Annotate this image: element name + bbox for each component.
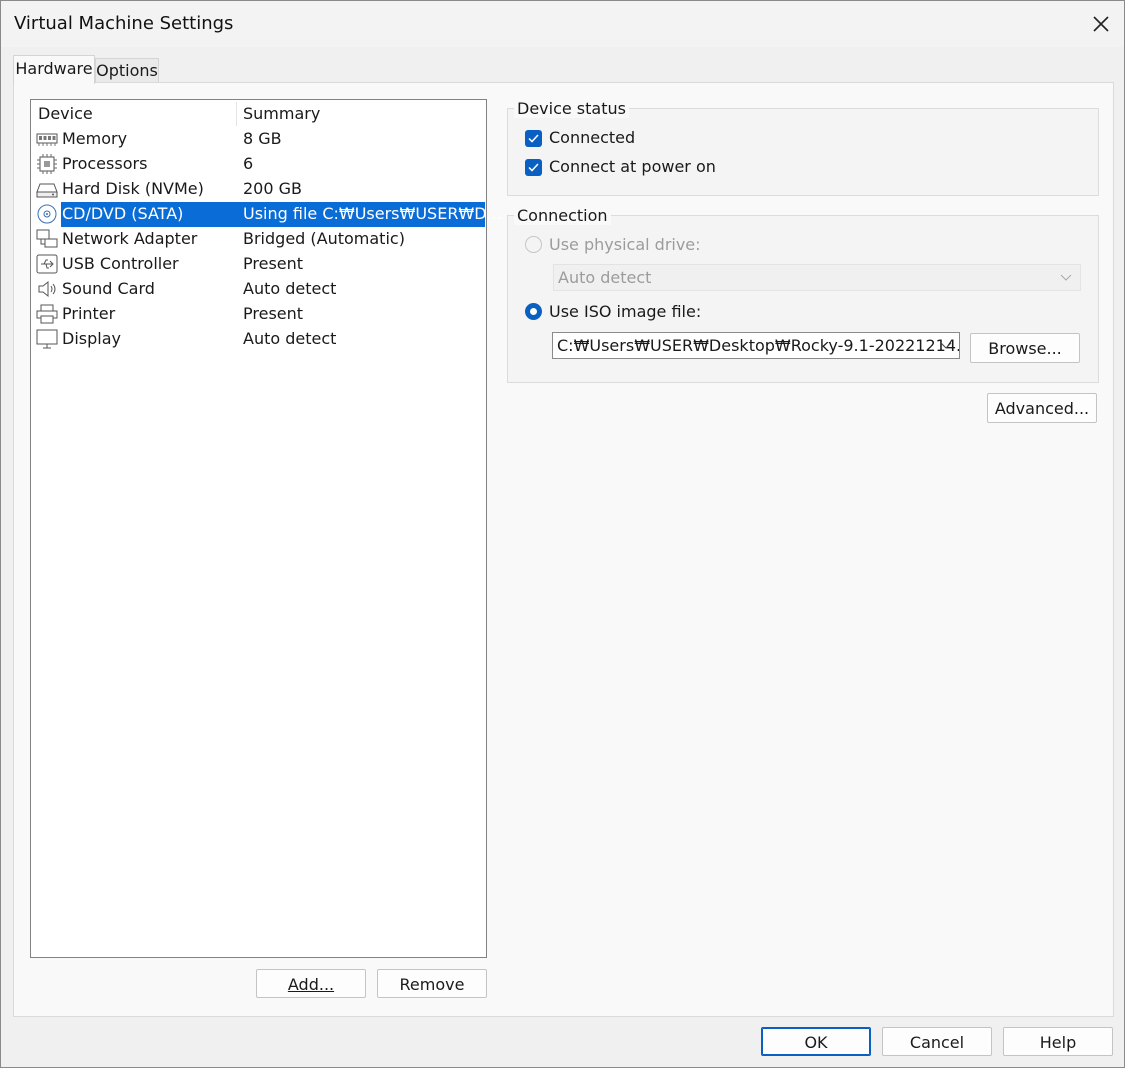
tab-hardware[interactable]: Hardware: [13, 55, 95, 84]
usb-icon: [36, 254, 58, 274]
device-summary: Bridged (Automatic): [243, 229, 405, 248]
browse-button-label: Browse...: [988, 339, 1062, 358]
chevron-down-icon: [940, 342, 952, 349]
remove-button[interactable]: Remove: [377, 969, 487, 998]
advanced-button-label: Advanced...: [994, 399, 1090, 418]
device-status-group: Device status Connected Connect at power…: [507, 99, 1099, 196]
add-button[interactable]: Add...: [256, 969, 366, 998]
hardware-panel: Device Summary Memory 8 GB Processors 6 …: [13, 82, 1114, 1017]
device-name: Display: [62, 329, 121, 348]
radio-dot: [530, 308, 537, 315]
device-summary: Auto detect: [243, 329, 337, 348]
device-name: Sound Card: [62, 279, 155, 298]
use-iso-image-label[interactable]: Use ISO image file:: [549, 302, 701, 321]
browse-button[interactable]: Browse...: [970, 333, 1080, 363]
device-summary: Present: [243, 304, 304, 323]
memory-icon: [36, 133, 58, 146]
close-icon: [1093, 16, 1109, 32]
help-button[interactable]: Help: [1003, 1027, 1113, 1056]
cd-dvd-icon: [37, 204, 57, 224]
device-name: Processors: [62, 154, 148, 173]
settings-window: Virtual Machine Settings Hardware Option…: [0, 0, 1125, 1068]
remove-button-label: Remove: [399, 975, 465, 994]
connected-checkbox[interactable]: [525, 130, 542, 147]
device-row-display[interactable]: Display Auto detect: [32, 327, 485, 352]
ok-button[interactable]: OK: [761, 1027, 871, 1056]
network-adapter-icon: [36, 229, 58, 248]
list-header: Device Summary: [31, 100, 486, 126]
use-iso-image-radio[interactable]: [525, 303, 542, 320]
device-name: Printer: [62, 304, 116, 323]
close-button[interactable]: [1078, 1, 1124, 47]
connect-at-power-on-checkbox[interactable]: [525, 159, 542, 176]
use-physical-drive-label[interactable]: Use physical drive:: [549, 235, 701, 254]
hard-disk-icon: [36, 183, 58, 198]
device-row-sound-card[interactable]: Sound Card Auto detect: [32, 277, 485, 302]
device-row-printer[interactable]: Printer Present: [32, 302, 485, 327]
connected-label[interactable]: Connected: [549, 128, 635, 147]
checkmark-icon: [528, 134, 539, 143]
chevron-down-icon: [1060, 274, 1072, 281]
device-list[interactable]: Device Summary Memory 8 GB Processors 6 …: [30, 99, 502, 958]
device-name: Memory: [62, 129, 128, 148]
add-button-label: Add...: [287, 975, 335, 994]
device-name: CD/DVD (SATA): [62, 204, 184, 223]
use-physical-drive-radio[interactable]: [525, 236, 542, 253]
processor-icon: [37, 154, 57, 174]
cancel-button[interactable]: Cancel: [882, 1027, 992, 1056]
speaker-icon: [38, 280, 56, 298]
connection-title: Connection: [514, 206, 611, 225]
device-summary: Auto detect: [243, 279, 337, 298]
device-row-network-adapter[interactable]: Network Adapter Bridged (Automatic): [32, 227, 485, 252]
display-icon: [36, 329, 58, 349]
physical-drive-select[interactable]: Auto detect: [553, 264, 1081, 291]
column-header-device[interactable]: Device: [38, 104, 93, 123]
connection-group: Connection Use physical drive: Auto dete…: [507, 206, 1099, 383]
device-summary: 8 GB: [243, 129, 282, 148]
device-status-title: Device status: [514, 99, 629, 118]
column-separator[interactable]: [236, 102, 237, 126]
device-row-processors[interactable]: Processors 6: [32, 152, 485, 177]
connect-at-power-on-label[interactable]: Connect at power on: [549, 157, 716, 176]
iso-path-value: C:₩Users₩USER₩Desktop₩Rocky-9.1-20221214…: [557, 336, 960, 355]
cancel-button-label: Cancel: [909, 1033, 965, 1052]
device-summary: Present: [243, 254, 304, 273]
device-summary: 200 GB: [243, 179, 302, 198]
advanced-button[interactable]: Advanced...: [987, 393, 1097, 423]
device-name: USB Controller: [62, 254, 179, 273]
iso-path-input[interactable]: C:₩Users₩USER₩Desktop₩Rocky-9.1-20221214…: [552, 332, 960, 359]
device-row-memory[interactable]: Memory 8 GB: [32, 127, 485, 152]
device-row-usb-controller[interactable]: USB Controller Present: [32, 252, 485, 277]
device-name: Network Adapter: [62, 229, 198, 248]
device-row-hard-disk[interactable]: Hard Disk (NVMe) 200 GB: [32, 177, 485, 202]
ok-button-label: OK: [804, 1033, 828, 1052]
device-row-cd-dvd[interactable]: CD/DVD (SATA) Using file C:₩Users₩USER₩D…: [32, 202, 502, 227]
help-button-label: Help: [1039, 1033, 1077, 1052]
device-name: Hard Disk (NVMe): [62, 179, 204, 198]
physical-drive-value: Auto detect: [558, 268, 652, 287]
checkmark-icon: [528, 163, 539, 172]
column-header-summary[interactable]: Summary: [243, 104, 320, 123]
window-title: Virtual Machine Settings: [14, 13, 234, 34]
title-bar: Virtual Machine Settings: [1, 1, 1124, 47]
device-summary: 6: [243, 154, 254, 173]
device-summary: Using file C:₩Users₩USER₩D...: [243, 204, 502, 223]
printer-icon: [36, 304, 58, 324]
tab-options[interactable]: Options: [95, 58, 159, 83]
